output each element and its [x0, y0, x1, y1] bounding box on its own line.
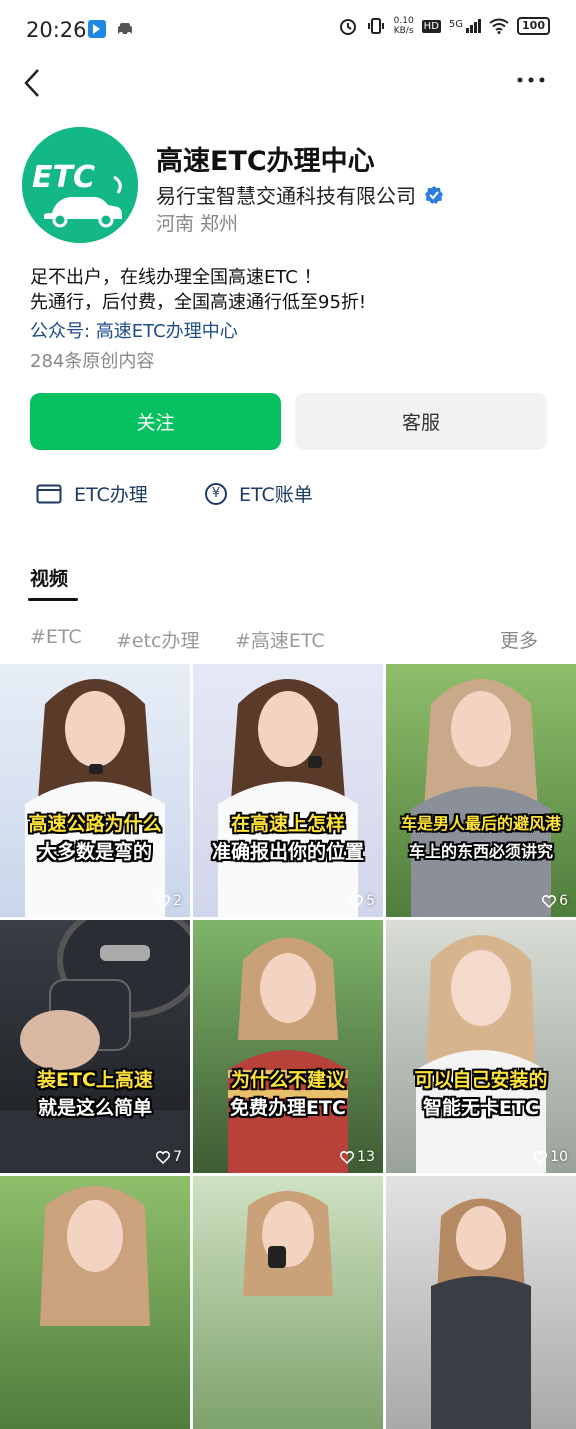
- back-arrow-icon[interactable]: [20, 66, 50, 100]
- video-thumbnail[interactable]: 可以自己安装的 智能无卡ETC 10: [386, 920, 576, 1173]
- account-profile: ETC 高速ETC办理中心 易行宝智慧交通科技有限公司 河南 郑州: [22, 127, 554, 243]
- video-likes: 5: [349, 893, 375, 909]
- account-location: 河南 郑州: [156, 213, 239, 235]
- video-likes: 6: [542, 893, 568, 909]
- verified-badge-icon: [425, 185, 443, 204]
- status-right: 0.10 KB/s HD 5G 100: [338, 16, 550, 36]
- video-thumbnail[interactable]: 高速公路为什么 大多数是弯的 2: [0, 664, 190, 917]
- video-person-image: [243, 1191, 333, 1296]
- video-caption: 可以自己安装的 智能无卡ETC: [414, 1069, 548, 1119]
- video-person-image: [218, 679, 358, 917]
- card-icon: [36, 484, 62, 503]
- video-thumbnail[interactable]: 装ETC上高速 就是这么简单 7: [0, 920, 190, 1173]
- video-person-image: [40, 1186, 150, 1326]
- description-line: 足不出户，在线办理全国高速ETC ！: [30, 267, 322, 288]
- steering-wheel-image: [0, 920, 190, 1173]
- video-likes: 2: [156, 893, 182, 909]
- hashtag-row: #ETC #etc办理 #高速ETC 更多: [0, 624, 576, 654]
- tab-active-indicator: [28, 598, 78, 601]
- alarm-icon: [339, 19, 356, 35]
- video-caption: 装ETC上高速 就是这么简单: [37, 1069, 153, 1119]
- app-notification-icon: [88, 20, 106, 38]
- menu-item-label: ETC账单: [239, 484, 313, 506]
- video-likes: 10: [533, 1149, 568, 1165]
- account-name: 高速ETC办理中心: [156, 146, 375, 177]
- hashtag-etc[interactable]: #ETC: [30, 626, 82, 648]
- description-line: 先通行，后付费，全国高速通行低至95折!: [30, 292, 367, 313]
- car-icon: [118, 23, 132, 36]
- account-avatar[interactable]: ETC: [22, 127, 138, 243]
- tab-videos[interactable]: 视频: [30, 564, 68, 591]
- video-thumbnail[interactable]: 车是男人最后的避风港 车上的东西必须讲究 6: [386, 664, 576, 917]
- video-grid: 高速公路为什么 大多数是弯的 2 在高速上怎样 准确报出你的位置 5 车是男人最…: [0, 664, 576, 1429]
- menu-etc-apply[interactable]: ETC办理: [36, 480, 148, 507]
- customer-service-button[interactable]: 客服: [295, 393, 547, 450]
- video-person-image: [411, 679, 551, 917]
- company-name: 易行宝智慧交通科技有限公司: [156, 184, 416, 208]
- heart-icon: [542, 894, 557, 908]
- company-row: 易行宝智慧交通科技有限公司: [156, 180, 444, 209]
- status-time: 20:26: [26, 18, 87, 42]
- status-left-icons: [88, 20, 134, 38]
- heart-icon: [156, 1150, 171, 1164]
- nav-bar: [0, 62, 576, 102]
- original-content-count: 284条原创内容: [30, 351, 155, 372]
- video-caption: 在高速上怎样 准确报出你的位置: [211, 813, 364, 863]
- official-account-name: 高速ETC办理中心: [95, 321, 238, 342]
- video-caption: 车是男人最后的避风港 车上的东西必须讲究: [400, 814, 561, 861]
- heart-icon: [156, 894, 171, 908]
- video-thumbnail[interactable]: 在高速上怎样 准确报出你的位置 5: [193, 664, 383, 917]
- menu-item-label: ETC办理: [74, 484, 148, 506]
- video-thumbnail[interactable]: [386, 1176, 576, 1429]
- hashtag-highway-etc[interactable]: #高速ETC: [235, 626, 325, 653]
- menu-etc-bill[interactable]: ¥ ETC账单: [205, 480, 313, 507]
- yen-circle-icon: ¥: [205, 482, 227, 505]
- hashtags-more[interactable]: 更多: [500, 626, 538, 653]
- heart-icon: [349, 894, 364, 908]
- wifi-icon: [489, 18, 509, 34]
- follow-button[interactable]: 关注: [30, 393, 281, 450]
- logo-text: ETC: [32, 160, 95, 195]
- official-account-link[interactable]: 公众号: 高速ETC办理中心: [30, 317, 238, 343]
- content-tabs: 视频: [28, 564, 78, 601]
- hd-badge: HD: [421, 19, 441, 33]
- heart-icon: [340, 1150, 355, 1164]
- video-caption: 为什么不建议 免费办理ETC: [230, 1069, 346, 1119]
- video-person-image: [25, 679, 165, 917]
- video-thumbnail[interactable]: 为什么不建议 免费办理ETC 13: [193, 920, 383, 1173]
- video-likes: 7: [156, 1149, 182, 1165]
- video-person-image: [228, 937, 348, 1173]
- video-thumbnail[interactable]: [193, 1176, 383, 1429]
- video-thumbnail[interactable]: [0, 1176, 190, 1429]
- video-likes: 13: [340, 1149, 375, 1165]
- etc-car-logo-icon: ETC: [22, 127, 138, 243]
- video-person-image: [416, 935, 546, 1173]
- vibrate-icon: [367, 18, 384, 34]
- hashtag-etc-apply[interactable]: #etc办理: [116, 626, 200, 653]
- net-speed: 0.10 KB/s: [393, 16, 414, 36]
- heart-icon: [533, 1150, 548, 1164]
- more-options-icon[interactable]: [516, 68, 546, 92]
- official-account-label: 公众号:: [30, 321, 91, 342]
- video-person-image: [431, 1198, 531, 1429]
- signal-indicator: 5G: [449, 19, 482, 33]
- account-description: 足不出户，在线办理全国高速ETC ！ 先通行，后付费，全国高速通行低至95折!: [30, 265, 550, 315]
- status-bar: 20:26 0.10 KB/s HD 5G 100: [0, 0, 576, 62]
- battery-icon: 100: [517, 17, 550, 35]
- video-caption: 高速公路为什么 大多数是弯的: [28, 813, 162, 863]
